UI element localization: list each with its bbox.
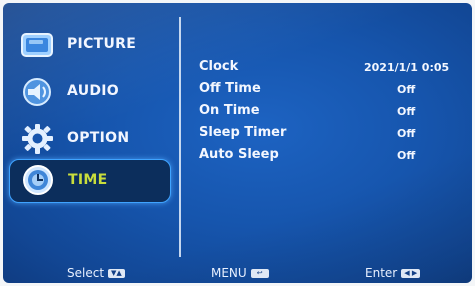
setting-name: Off Time [199, 81, 261, 96]
setting-value: Off [397, 83, 416, 96]
enter-hint-label: Enter [365, 266, 398, 280]
setting-name: Auto Sleep [199, 147, 279, 162]
menu-item-label: TIME [68, 172, 108, 188]
audio-icon [19, 76, 55, 108]
menu-hint-label: MENU [211, 266, 247, 280]
option-gear-icon [19, 123, 55, 155]
menu-item-label: OPTION [67, 130, 130, 146]
setting-name: Clock [199, 59, 239, 74]
setting-row-auto-sleep[interactable]: Auto Sleep Off [199, 145, 459, 167]
menu-item-option[interactable]: OPTION [9, 117, 169, 161]
return-arrow-icon: ↩ [250, 268, 269, 278]
setting-value: Off [397, 105, 416, 118]
setting-value: 2021/1/1 0:05 [364, 61, 450, 74]
enter-hint: Enter ◀ ▶ [365, 266, 421, 280]
button-hint-bar: Select ▼▲ MENU ↩ Enter ◀ ▶ [3, 261, 472, 283]
left-right-arrows-icon: ◀ ▶ [401, 268, 421, 278]
setting-name: Sleep Timer [199, 125, 287, 140]
setting-row-off-time[interactable]: Off Time Off [199, 79, 459, 101]
menu-hint: MENU ↩ [211, 266, 269, 280]
setting-row-sleep-timer[interactable]: Sleep Timer Off [199, 123, 459, 145]
setting-value: Off [397, 127, 416, 140]
menu-item-audio[interactable]: AUDIO [9, 70, 169, 114]
menu-item-label: PICTURE [67, 36, 137, 52]
select-hint-label: Select [67, 266, 105, 280]
picture-icon [19, 29, 55, 61]
setting-name: On Time [199, 103, 260, 118]
time-settings-list: Clock 2021/1/1 0:05 Off Time Off On Time… [199, 57, 459, 167]
menu-item-label: AUDIO [67, 83, 120, 99]
tv-osd-screen: PICTURE AUDIO OPTION TIME Clock 2021/1/1… [3, 3, 472, 283]
menu-item-time[interactable]: TIME [9, 159, 171, 203]
up-down-arrows-icon: ▼▲ [108, 268, 125, 278]
setting-value: Off [397, 149, 416, 162]
select-hint: Select ▼▲ [67, 266, 125, 280]
setting-row-on-time[interactable]: On Time Off [199, 101, 459, 123]
time-clock-icon [20, 164, 56, 196]
menu-divider [179, 17, 181, 257]
setting-row-clock[interactable]: Clock 2021/1/1 0:05 [199, 57, 459, 79]
menu-item-picture[interactable]: PICTURE [9, 23, 169, 67]
